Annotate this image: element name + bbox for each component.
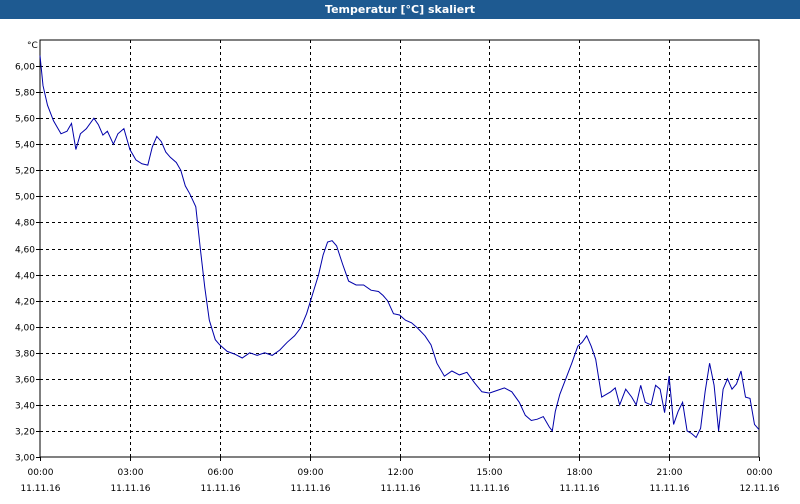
y-tick-label: 4,60 <box>15 246 35 256</box>
y-axis: 3,00 3,20 3,40 3,60 3,80 4,00 4,20 4,40 4,60 4,80… <box>15 63 40 464</box>
temperature-series-line <box>39 55 760 439</box>
x-tick-date-label: 11.11.16 <box>469 484 509 494</box>
x-tick-date-label: 11.11.16 <box>380 484 420 494</box>
y-tick-label: 4,40 <box>15 272 35 282</box>
y-tick-label: 3,00 <box>15 454 35 464</box>
y-tick-label: 5,40 <box>15 141 35 151</box>
y-tick-label: 4,20 <box>15 298 35 308</box>
x-tick-date-label: 11.11.16 <box>559 484 599 494</box>
y-tick-label: 3,20 <box>15 428 35 438</box>
x-tick-date-label: 11.11.16 <box>290 484 330 494</box>
y-tick-label: 3,80 <box>15 350 35 360</box>
x-tick-time-label: 18:00 <box>567 468 593 478</box>
chart-area: 3,00 3,20 3,40 3,60 3,80 4,00 4,20 4,40 4,60 4,80… <box>0 19 800 500</box>
x-tick-time-label: 09:00 <box>298 468 324 478</box>
x-tick-time-label: 12:00 <box>388 468 414 478</box>
x-tick-time-label: 00:00 <box>28 468 54 478</box>
y-tick-label: 5,60 <box>15 115 35 125</box>
x-tick-date-label: 11.11.16 <box>20 484 60 494</box>
x-tick-time-label: 15:00 <box>477 468 503 478</box>
y-tick-label: 4,80 <box>15 219 35 229</box>
x-tick-time-label: 00:00 <box>747 468 773 478</box>
temperature-line-chart: 3,00 3,20 3,40 3,60 3,80 4,00 4,20 4,40 4,60 4,80… <box>15 39 780 494</box>
x-tick-time-label: 03:00 <box>118 468 144 478</box>
plot-frame <box>39 39 760 458</box>
x-tick-date-label: 12.11.16 <box>739 484 779 494</box>
y-tick-label: 5,20 <box>15 167 35 177</box>
x-tick-date-label: 11.11.16 <box>110 484 150 494</box>
x-tick-date-label: 11.11.16 <box>200 484 240 494</box>
y-axis-unit-label: °C <box>27 41 38 51</box>
y-tick-label: 4,00 <box>15 324 35 334</box>
x-tick-time-label: 06:00 <box>208 468 234 478</box>
y-tick-label: 5,00 <box>15 193 35 203</box>
y-tick-label: 6,00 <box>15 63 35 73</box>
x-tick-date-label: 11.11.16 <box>649 484 689 494</box>
grid <box>40 40 759 457</box>
x-tick-time-label: 21:00 <box>657 468 683 478</box>
chart-title: Temperatur [°C] skaliert <box>0 0 800 19</box>
y-tick-label: 3,60 <box>15 376 35 386</box>
y-tick-label: 5,80 <box>15 89 35 99</box>
x-axis: 00:00 11.11.16 03:00 11.11.16 06:00 11.11.16 0… <box>20 457 780 494</box>
y-tick-label: 3,40 <box>15 402 35 412</box>
